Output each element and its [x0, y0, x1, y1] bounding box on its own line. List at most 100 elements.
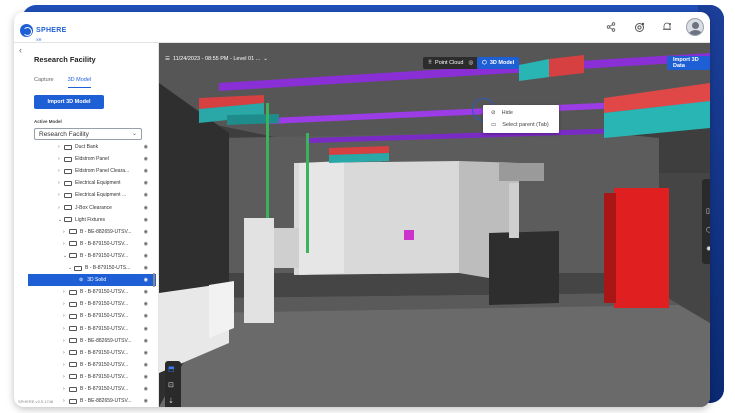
tree-row[interactable]: › J-Box Clearance ◉: [28, 202, 156, 214]
floor-plan-icon[interactable]: ⊡: [168, 381, 174, 389]
project-title: Research Facility: [34, 55, 96, 64]
notification-icon[interactable]: [658, 18, 676, 36]
tree-scrollbar[interactable]: [153, 273, 155, 287]
context-menu: ⊘ Hide ▭ Select parent (Tab): [483, 105, 559, 133]
right-toolbar: ▯ ⬡ ✹: [702, 179, 710, 264]
tree-row-label: 3D Solid: [87, 277, 107, 284]
3d-view-icon[interactable]: ⬒: [168, 365, 175, 373]
version-text: SPHERE v3.5.1748: [18, 399, 54, 404]
import-3d-model-button[interactable]: Import 3D Model: [34, 95, 104, 109]
tree-row-label: B - B-879150-UTSV...: [80, 240, 129, 247]
eye-icon[interactable]: ◉: [144, 217, 148, 223]
tree-row-label: B - B-879150-UTS...: [85, 265, 131, 271]
tree-row[interactable]: › Electrical Equipment ◉: [28, 177, 156, 189]
cube-view-icon[interactable]: ⬡: [706, 226, 710, 234]
tree-row[interactable]: ⌄ B - B-879150-UTSV... ◉: [28, 250, 156, 262]
context-menu-select-parent[interactable]: ▭ Select parent (Tab): [491, 122, 549, 128]
active-model-label: Active Model: [34, 119, 62, 124]
folder-icon: [69, 229, 77, 235]
eye-icon[interactable]: ◉: [144, 398, 148, 404]
folder-icon: [69, 338, 77, 344]
folder-icon: [69, 374, 77, 380]
tree-row[interactable]: › Duct Bank ◉: [28, 141, 156, 153]
tree-row[interactable]: ⌄ Light Fixtures ◉: [28, 214, 156, 226]
app-logo[interactable]: SPHERE XR: [20, 19, 67, 42]
tree-row[interactable]: › B - B-879150-UTSV... ◉: [28, 347, 156, 359]
tree-row[interactable]: › B - B-879150-UTSV... ◉: [28, 371, 156, 383]
eye-icon[interactable]: ◉: [144, 229, 148, 235]
tab-capture[interactable]: Capture: [34, 77, 54, 88]
folder-icon: [69, 289, 77, 295]
walk-icon[interactable]: ⇣: [168, 397, 174, 405]
clipping-icon[interactable]: ▯: [706, 207, 710, 215]
tree-row[interactable]: ⊚ 3D Solid ◉: [28, 274, 156, 287]
sun-icon[interactable]: ✹: [706, 245, 710, 253]
eye-icon[interactable]: ◉: [144, 313, 148, 319]
eye-icon[interactable]: ◉: [144, 338, 148, 344]
folder-icon: [69, 241, 77, 247]
tree-row[interactable]: › Eldstrom Panel ◉: [28, 153, 156, 165]
tab-3d-model[interactable]: 3D Model: [67, 77, 92, 88]
collapse-sidebar-icon[interactable]: ‹: [19, 45, 22, 55]
active-model-select[interactable]: Research Facility ⌄: [34, 128, 142, 140]
bim-scene: [159, 43, 710, 407]
eye-icon[interactable]: ◉: [144, 362, 148, 368]
eye-icon[interactable]: ◉: [144, 326, 148, 332]
eye-icon[interactable]: ◉: [144, 253, 148, 259]
settings-icon[interactable]: [630, 18, 648, 36]
overlay-toggle-icon[interactable]: ◎: [468, 60, 473, 66]
point-cloud-label: Point Cloud: [435, 60, 464, 66]
folder-icon: [64, 217, 72, 223]
eye-icon[interactable]: ◉: [144, 156, 148, 162]
eye-icon[interactable]: ◉: [144, 144, 148, 150]
eye-icon[interactable]: ◉: [144, 241, 148, 247]
tree-row[interactable]: ⌄ B - B-879150-UTS... ◉: [28, 262, 156, 274]
eye-icon[interactable]: ◉: [144, 277, 148, 283]
sidebar-tabs: Capture 3D Model: [34, 77, 92, 88]
eye-icon[interactable]: ◉: [144, 386, 148, 392]
logo-icon: [20, 24, 33, 37]
tree-row[interactable]: › B - B-879150-UTSV... ◉: [28, 286, 156, 298]
tree-row-label: B - BE-882659-UTSV...: [80, 398, 132, 405]
folder-icon: [64, 180, 72, 186]
cube-icon: ⬡: [482, 60, 487, 66]
folder-icon: [69, 362, 77, 368]
tree-row[interactable]: › B - B-879150-UTSV... ◉: [28, 298, 156, 310]
active-model-value: Research Facility: [39, 131, 89, 138]
eye-icon[interactable]: ◉: [144, 289, 148, 295]
tree-row-label: B - B-879150-UTSV...: [80, 289, 129, 296]
eye-icon[interactable]: ◉: [144, 301, 148, 307]
folder-icon: [69, 326, 77, 331]
eye-icon[interactable]: ◉: [144, 205, 148, 211]
tree-row[interactable]: › B - B-879150-UTSV... ◉: [28, 359, 156, 371]
capture-selector[interactable]: ☰ 11/24/2023 - 08:55 PM - Level 01 ... ⌄: [165, 56, 268, 62]
tree-row[interactable]: › B - B-879150-UTSV... ◉: [28, 383, 156, 395]
hide-label: Hide: [501, 110, 513, 116]
tree-row[interactable]: › Eldstrom Panel Cleara... ◉: [28, 165, 156, 177]
eye-icon[interactable]: ◉: [144, 265, 148, 271]
3d-model-toggle[interactable]: ⬡ 3D Model: [477, 57, 520, 69]
import-3d-data-button[interactable]: Import 3D Data: [667, 56, 710, 70]
eye-icon[interactable]: ◉: [144, 374, 148, 380]
avatar[interactable]: [686, 18, 704, 36]
eye-icon[interactable]: ◉: [144, 168, 148, 174]
tree-row[interactable]: › B - BE-882659-UTSV... ◉: [28, 226, 156, 238]
folder-icon: [69, 386, 77, 392]
tree-row[interactable]: › Electrical Equipment ... ◉: [28, 189, 156, 201]
share-icon[interactable]: [602, 18, 620, 36]
eye-icon[interactable]: ◉: [144, 180, 148, 186]
top-header: SPHERE XR: [14, 12, 710, 43]
tree-row[interactable]: › B - B-879150-UTSV... ◉: [28, 238, 156, 250]
eye-icon[interactable]: ◉: [144, 350, 148, 356]
folder-icon: [64, 144, 72, 150]
folder-icon: [64, 205, 72, 210]
point-cloud-toggle[interactable]: ⠿ Point Cloud ◎: [423, 57, 479, 69]
chevron-down-icon: ⌄: [131, 131, 137, 137]
eye-icon[interactable]: ◉: [144, 192, 148, 198]
tree-row[interactable]: › B - BE-882659-UTSV... ◉: [28, 335, 156, 347]
tree-row[interactable]: › B - B-879150-UTSV... ◉: [28, 323, 156, 335]
tree-row-label: B - B-879150-UTSV...: [80, 252, 129, 259]
context-menu-hide[interactable]: ⊘ Hide: [491, 110, 513, 116]
3d-viewport[interactable]: ☰ 11/24/2023 - 08:55 PM - Level 01 ... ⌄…: [159, 43, 710, 407]
tree-row[interactable]: › B - B-879150-UTSV... ◉: [28, 310, 156, 322]
